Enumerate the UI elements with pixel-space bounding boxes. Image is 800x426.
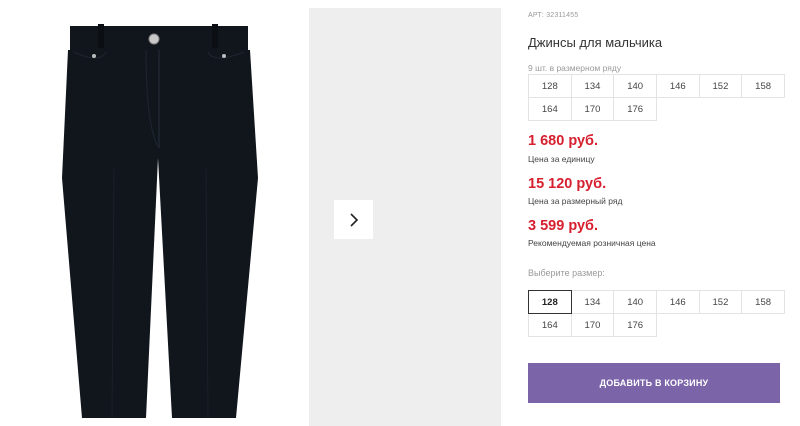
pack-size-cell: 134 (570, 74, 615, 98)
price-unit: 1 680 руб. (528, 133, 599, 149)
size-option[interactable]: 164 (528, 313, 572, 337)
pack-size-cell: 176 (613, 97, 657, 121)
pack-size-cell: 170 (570, 97, 615, 121)
pack-size-cell: 158 (741, 74, 785, 98)
size-option[interactable]: 140 (613, 290, 657, 314)
price-retail-caption: Рекомендуемая розничная цена (528, 238, 656, 248)
add-to-cart-button[interactable]: ДОБАВИТЬ В КОРЗИНУ (528, 363, 780, 403)
size-option[interactable]: 176 (613, 313, 657, 337)
product-photo-main (22, 8, 292, 426)
product-title: Джинсы для мальчика (528, 35, 663, 50)
size-option-selected[interactable]: 128 (528, 290, 572, 314)
pack-size-cell: 140 (613, 74, 657, 98)
pack-size-cell: 164 (528, 97, 572, 121)
pack-size-label: 9 шт. в размерном ряду (528, 63, 622, 73)
price-pack-caption: Цена за размерный ряд (528, 196, 623, 206)
price-unit-caption: Цена за единицу (528, 154, 595, 164)
pack-sizes-grid: 128 134 140 146 152 158 164 170 176 (528, 74, 785, 121)
price-pack: 15 120 руб. (528, 176, 607, 192)
size-selector-grid: 128 134 140 146 152 158 164 170 176 (528, 290, 785, 337)
jeans-image (62, 24, 258, 419)
product-article: АРТ: 32311455 (528, 12, 579, 19)
pack-size-cell: 128 (528, 74, 572, 98)
size-option[interactable]: 134 (570, 290, 615, 314)
pack-size-cell: 146 (655, 74, 700, 98)
size-option[interactable]: 152 (698, 290, 743, 314)
size-option[interactable]: 146 (655, 290, 700, 314)
pack-size-cell: 152 (698, 74, 743, 98)
size-option[interactable]: 158 (741, 290, 785, 314)
price-retail: 3 599 руб. (528, 218, 599, 234)
gallery-next-button[interactable] (334, 200, 373, 239)
chevron-right-icon (349, 212, 358, 227)
size-selector-label: Выберите размер: (528, 268, 605, 278)
size-option[interactable]: 170 (570, 313, 615, 337)
